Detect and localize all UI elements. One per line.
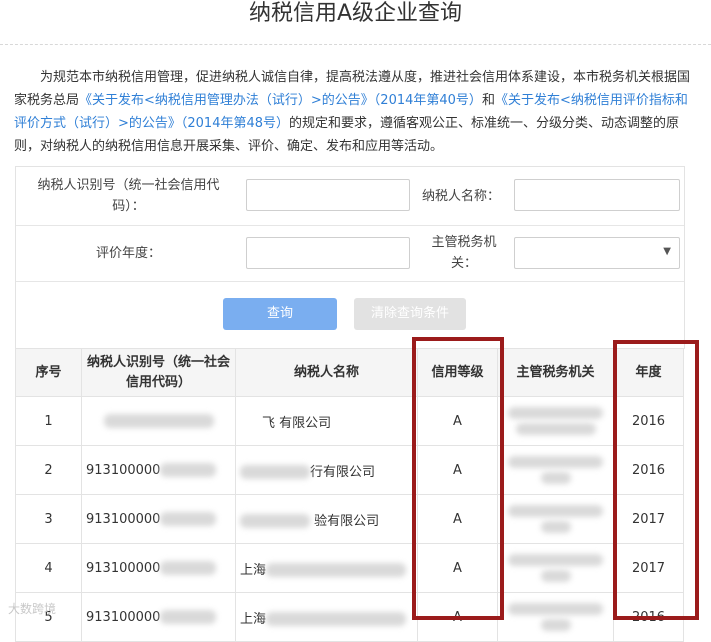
form-row-1: 纳税人识别号（统一社会信用代码）： 纳税人名称：	[16, 167, 684, 226]
redacted-office	[508, 456, 603, 468]
row-tax-office	[497, 592, 614, 642]
clear-conditions-button[interactable]: 清除查询条件	[354, 298, 466, 330]
redacted-id	[160, 463, 217, 477]
title-divider	[0, 44, 711, 45]
redacted-id	[103, 414, 214, 428]
taxpayer-name-input[interactable]	[514, 179, 680, 211]
row-tax-office	[497, 445, 614, 495]
redacted-office	[515, 423, 596, 435]
col-header-taxpayer-name: 纳税人名称	[235, 348, 418, 397]
redacted-name	[240, 465, 310, 479]
table-row: 2 913100000 行有限公司 A 2016	[15, 445, 684, 495]
table-row: 5 913100000 上海 A 2016	[15, 592, 684, 642]
row-tax-office	[497, 494, 614, 544]
taxpayer-name-label: 纳税人名称：	[421, 188, 500, 204]
row-taxpayer-id	[81, 396, 236, 446]
table-row: 1 飞 有限公司 A 2016	[15, 396, 684, 446]
row-taxpayer-name: 行有限公司	[235, 445, 418, 495]
row-taxpayer-id: 913100000	[81, 592, 236, 642]
redacted-id	[160, 561, 217, 575]
row-taxpayer-id: 913100000	[81, 494, 236, 544]
intro-text-2: 和	[481, 93, 495, 108]
row-tax-office	[497, 543, 614, 593]
form-row-2: 评价年度： 主管税务机关： ▼	[16, 225, 684, 282]
tax-office-label: 主管税务机关：	[431, 235, 497, 271]
row-taxpayer-id: 913100000	[81, 445, 236, 495]
table-header-row: 序号 纳税人识别号（统一社会信用代码） 纳税人名称 信用等级 主管税务机关 年度	[15, 348, 684, 397]
row-tax-office	[497, 396, 614, 446]
redacted-name	[240, 514, 310, 528]
col-header-no: 序号	[15, 348, 82, 397]
redacted-office	[540, 472, 571, 484]
row-taxpayer-name: 上海	[235, 592, 418, 642]
taxpayer-id-label: 纳税人识别号（统一社会信用代码）：	[37, 178, 220, 214]
redacted-name	[266, 563, 407, 577]
results-table: 序号 纳税人识别号（统一社会信用代码） 纳税人名称 信用等级 主管税务机关 年度…	[15, 348, 684, 642]
tax-office-select[interactable]: ▼	[514, 237, 680, 269]
col-header-taxpayer-id: 纳税人识别号（统一社会信用代码）	[81, 348, 236, 397]
redacted-office	[508, 554, 603, 566]
row-taxpayer-id: 913100000	[81, 543, 236, 593]
year-label: 评价年度：	[95, 245, 161, 261]
table-row: 4 913100000 上海 A 2017	[15, 543, 684, 593]
row-taxpayer-name: 飞 有限公司	[235, 396, 418, 446]
redacted-id	[160, 610, 217, 624]
credit-grade-highlight-box	[412, 337, 504, 620]
col-header-tax-office: 主管税务机关	[497, 348, 614, 397]
redacted-office	[508, 603, 603, 615]
row-no: 2	[15, 445, 82, 495]
redacted-office	[540, 619, 571, 631]
row-taxpayer-name: 上海	[235, 543, 418, 593]
redacted-office	[540, 570, 571, 582]
chevron-down-icon: ▼	[663, 246, 671, 257]
query-button[interactable]: 查询	[223, 298, 337, 330]
redacted-name	[266, 612, 407, 626]
table-row: 3 913100000 验有限公司 A 2017	[15, 494, 684, 544]
year-highlight-box	[613, 340, 699, 620]
intro-paragraph: 为规范本市纳税信用管理，促进纳税人诚信自律，提高税法遵从度，推进社会信用体系建设…	[14, 66, 694, 158]
taxpayer-id-input[interactable]	[246, 179, 410, 211]
page-title: 纳税信用A级企业查询	[248, 1, 463, 26]
redacted-office	[508, 505, 603, 517]
year-input[interactable]	[246, 237, 410, 269]
redacted-office	[508, 407, 603, 419]
row-no: 4	[15, 543, 82, 593]
redacted-id	[160, 512, 217, 526]
redacted-office	[540, 521, 571, 533]
row-taxpayer-name: 验有限公司	[235, 494, 418, 544]
query-form: 纳税人识别号（统一社会信用代码）： 纳税人名称： 评价年度： 主管税务机关： ▼…	[15, 166, 685, 349]
announcement-link-40[interactable]: 《关于发布<纳税信用管理办法（试行）>的公告》（2014年第40号）	[79, 93, 482, 108]
row-no: 1	[15, 396, 82, 446]
row-no: 3	[15, 494, 82, 544]
watermark-logo: 大数跨境	[8, 602, 57, 616]
